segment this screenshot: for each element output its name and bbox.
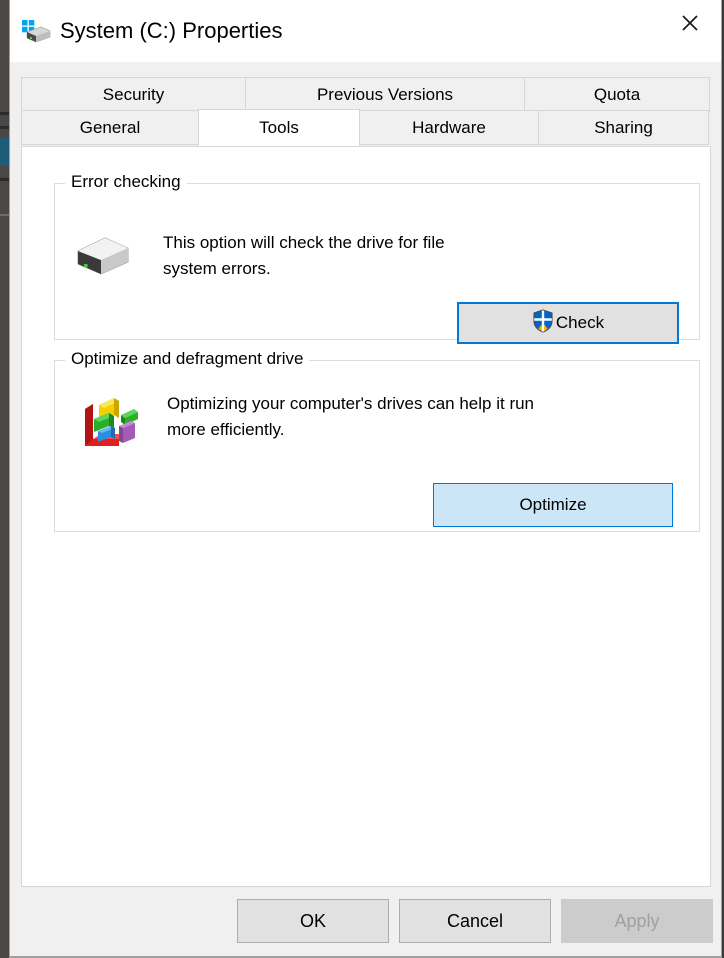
title-bar: System (C:) Properties <box>10 0 721 63</box>
tab-hardware[interactable]: Hardware <box>359 110 539 145</box>
uac-shield-icon <box>532 308 554 338</box>
defragment-blocks-icon <box>81 393 141 456</box>
tab-strip: Security Previous Versions Quota General… <box>21 77 711 147</box>
page-title: System (C:) Properties <box>60 18 283 43</box>
hard-drive-icon <box>75 234 131 281</box>
group-error-checking: Error checking This option will check th… <box>54 172 700 344</box>
group-optimize-title: Optimize and defragment drive <box>65 349 310 369</box>
group-optimize-defragment: Optimize and defragment drive Optimizing… <box>54 349 700 532</box>
drive-windows-icon <box>21 18 51 44</box>
tab-security[interactable]: Security <box>21 77 246 112</box>
apply-button: Apply <box>561 899 713 943</box>
close-icon <box>682 15 698 31</box>
tab-previous-versions[interactable]: Previous Versions <box>245 77 525 112</box>
check-button-label: Check <box>555 313 605 332</box>
tab-content-panel: Error checking This option will check th… <box>21 146 711 887</box>
tab-row-bottom: General Tools Hardware Sharing <box>21 109 711 146</box>
background-window-line <box>0 178 9 181</box>
cancel-button[interactable]: Cancel <box>399 899 551 943</box>
background-window-line <box>0 214 9 216</box>
group-error-checking-title: Error checking <box>65 172 187 192</box>
tab-general[interactable]: General <box>21 110 199 145</box>
check-button[interactable]: Check <box>457 302 679 344</box>
tab-row-top: Security Previous Versions Quota <box>21 77 711 112</box>
close-button[interactable] <box>659 0 721 46</box>
ok-button[interactable]: OK <box>237 899 389 943</box>
background-window-edge <box>0 0 9 958</box>
tab-sharing[interactable]: Sharing <box>538 110 709 145</box>
optimize-button[interactable]: Optimize <box>433 483 673 527</box>
optimize-button-label: Optimize <box>519 495 587 514</box>
background-window-line <box>0 112 9 115</box>
error-checking-description: This option will check the drive for fil… <box>163 233 445 278</box>
properties-dialog: System (C:) Properties Security Previous… <box>9 0 722 958</box>
optimize-description: Optimizing your computer's drives can he… <box>167 394 535 439</box>
background-window-accent <box>0 138 9 166</box>
tab-tools[interactable]: Tools <box>198 109 360 146</box>
background-window-line <box>0 126 9 129</box>
tab-quota[interactable]: Quota <box>524 77 710 112</box>
